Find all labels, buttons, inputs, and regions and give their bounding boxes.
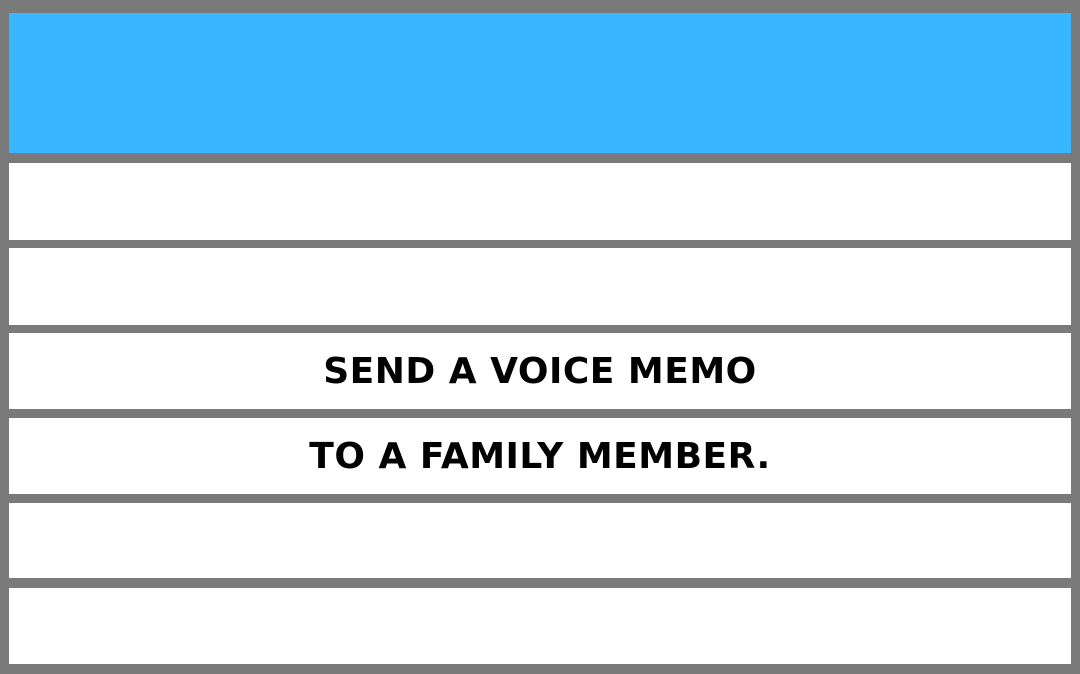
header-band <box>9 13 1071 153</box>
line-row-2 <box>9 248 1071 325</box>
lined-card: SEND A VOICE MEMO TO A FAMILY MEMBER. <box>0 0 1080 674</box>
line-row-1 <box>9 163 1071 240</box>
line-row-5 <box>9 503 1071 578</box>
line-row-4: TO A FAMILY MEMBER. <box>9 418 1071 494</box>
line-row-3: SEND A VOICE MEMO <box>9 333 1071 409</box>
prompt-line-2: TO A FAMILY MEMBER. <box>309 435 771 477</box>
line-row-6 <box>9 588 1071 664</box>
prompt-line-1: SEND A VOICE MEMO <box>323 350 757 392</box>
